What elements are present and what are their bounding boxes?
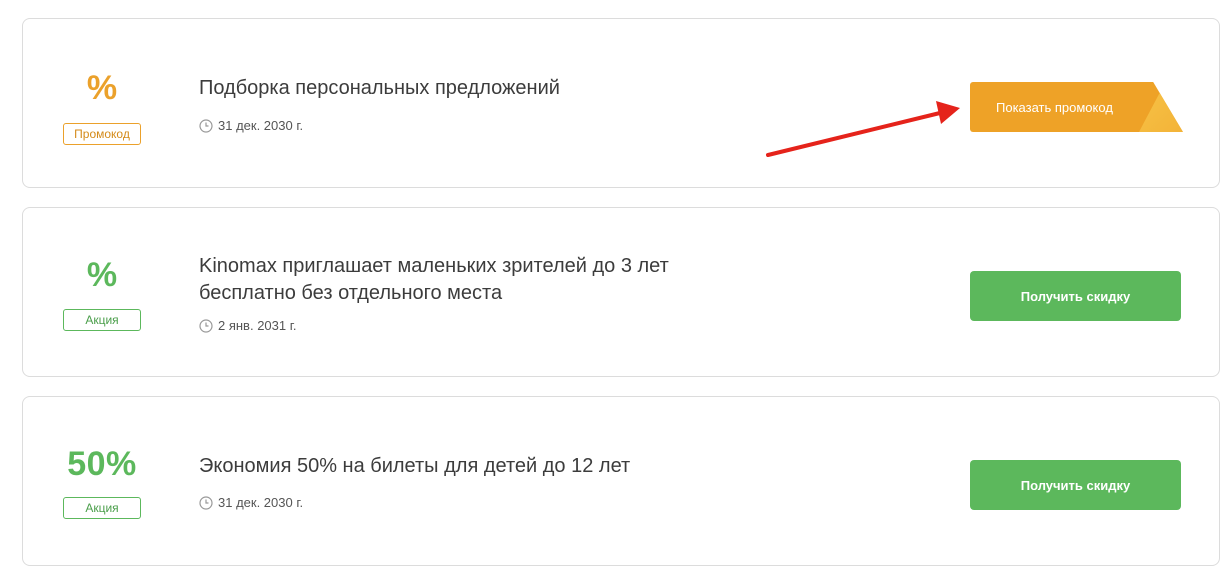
show-promocode-label: Показать промокод xyxy=(996,99,1113,115)
offer-expiry-date: 31 дек. 2030 г. xyxy=(218,495,304,510)
offer-title[interactable]: Подборка персональных предложений xyxy=(199,75,759,102)
offer-type-badge: Акция xyxy=(63,309,141,331)
show-promocode-button[interactable]: Показать промокод xyxy=(970,82,1183,132)
get-discount-button[interactable]: Получить скидку xyxy=(970,271,1181,321)
red-arrow-annotation xyxy=(766,101,960,157)
get-discount-button[interactable]: Получить скидку xyxy=(970,460,1181,510)
offer-expiry: 31 дек. 2030 г. xyxy=(199,495,303,510)
offer-type-badge: Промокод xyxy=(63,123,141,145)
clock-icon xyxy=(199,118,213,133)
offer-expiry-date: 31 дек. 2030 г. xyxy=(218,118,304,133)
offer-value: % xyxy=(86,256,118,294)
clock-icon xyxy=(199,495,213,510)
offer-title[interactable]: Kinomax приглашает маленьких зрителей до… xyxy=(199,253,759,307)
offer-card-action: % Акция Kinomax приглашает маленьких зри… xyxy=(22,207,1220,377)
offer-title-line-1: Kinomax приглашает маленьких зрителей до… xyxy=(199,255,669,277)
offer-title-line-2: бесплатно без отдельного места xyxy=(199,282,503,304)
offer-value: 50% xyxy=(67,445,137,483)
offer-card-promocode: % Промокод Подборка персональных предлож… xyxy=(22,18,1220,188)
offer-expiry: 2 янв. 2031 г. xyxy=(199,318,297,333)
offer-expiry: 31 дек. 2030 г. xyxy=(199,118,303,133)
clock-icon xyxy=(199,318,213,333)
offer-title[interactable]: Экономия 50% на билеты для детей до 12 л… xyxy=(199,453,759,480)
promocode-fold-corner xyxy=(1139,82,1183,132)
offer-type-badge: Акция xyxy=(63,497,141,519)
offer-card-action: 50% Акция Экономия 50% на билеты для дет… xyxy=(22,396,1220,566)
offer-expiry-date: 2 янв. 2031 г. xyxy=(218,318,297,333)
offer-value: % xyxy=(86,69,118,107)
